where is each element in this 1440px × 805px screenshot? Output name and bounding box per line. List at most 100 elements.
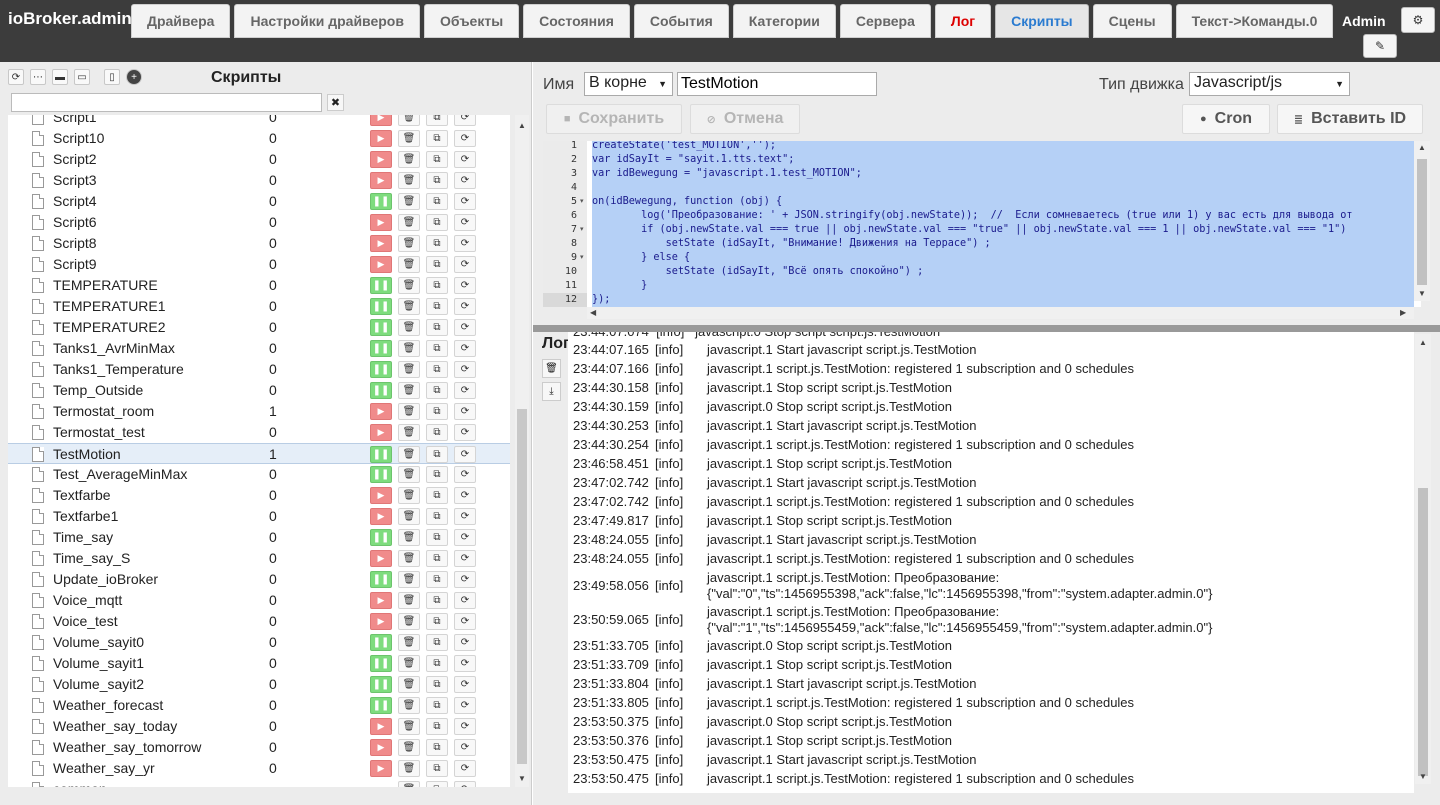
play-button[interactable]: ▶ [370, 424, 392, 441]
copy-button[interactable]: ⧉ [426, 277, 448, 294]
delete-button[interactable]: 🗑 [398, 781, 420, 787]
settings-button[interactable]: ⚙ [1401, 7, 1435, 33]
export-button[interactable]: ⟳ [454, 277, 476, 294]
export-button[interactable]: ⟳ [454, 298, 476, 315]
play-button[interactable]: ▶ [370, 235, 392, 252]
export-button[interactable]: ⟳ [454, 382, 476, 399]
export-button[interactable]: ⟳ [454, 319, 476, 336]
copy-button[interactable]: ⧉ [426, 298, 448, 315]
download-log-button[interactable]: ⤓ [542, 382, 561, 401]
code-horizontal-scrollbar[interactable]: ◀ ▶ [587, 307, 1414, 319]
clear-filter-button[interactable]: ✖ [327, 94, 344, 111]
delete-button[interactable]: 🗑 [398, 235, 420, 252]
scroll-up-icon[interactable]: ▲ [518, 121, 526, 130]
script-row[interactable]: Script8 0 ▶ 🗑 ⧉ ⟳ [8, 233, 510, 254]
delete-button[interactable]: 🗑 [398, 718, 420, 735]
export-button[interactable]: ⟳ [454, 676, 476, 693]
script-row[interactable]: common 🗑 ⧉ ⟳ [8, 779, 510, 787]
script-row[interactable]: TEMPERATURE 0 ❚❚ 🗑 ⧉ ⟳ [8, 275, 510, 296]
export-button[interactable]: ⟳ [454, 487, 476, 504]
pause-button[interactable]: ❚❚ [370, 571, 392, 588]
script-row[interactable]: Weather_say_tomorrow 0 ▶ 🗑 ⧉ ⟳ [8, 737, 510, 758]
script-row[interactable]: Test_AverageMinMax 0 ❚❚ 🗑 ⧉ ⟳ [8, 464, 510, 485]
delete-button[interactable]: 🗑 [398, 172, 420, 189]
export-button[interactable]: ⟳ [454, 214, 476, 231]
copy-button[interactable]: ⧉ [426, 235, 448, 252]
script-row[interactable]: Script9 0 ▶ 🗑 ⧉ ⟳ [8, 254, 510, 275]
script-row[interactable]: Script6 0 ▶ 🗑 ⧉ ⟳ [8, 212, 510, 233]
play-button[interactable]: ▶ [370, 487, 392, 504]
copy-button[interactable]: ⧉ [426, 634, 448, 651]
delete-button[interactable]: 🗑 [398, 298, 420, 315]
scroll-right-icon[interactable]: ▶ [1400, 308, 1406, 317]
play-button[interactable]: ▶ [370, 613, 392, 630]
copy-button[interactable]: ⧉ [426, 529, 448, 546]
copy-button[interactable]: ⧉ [426, 571, 448, 588]
script-row[interactable]: Termostat_room 1 ▶ 🗑 ⧉ ⟳ [8, 401, 510, 422]
play-button[interactable]: ▶ [370, 172, 392, 189]
copy-button[interactable]: ⧉ [426, 676, 448, 693]
script-row[interactable]: Textfarbe1 0 ▶ 🗑 ⧉ ⟳ [8, 506, 510, 527]
script-name-input[interactable] [677, 72, 877, 96]
collapse-icon[interactable]: ⋯ [30, 69, 46, 85]
export-button[interactable]: ⟳ [454, 466, 476, 483]
copy-button[interactable]: ⧉ [426, 151, 448, 168]
play-button[interactable]: ▶ [370, 760, 392, 777]
delete-button[interactable]: 🗑 [398, 487, 420, 504]
pause-button[interactable]: ❚❚ [370, 382, 392, 399]
tab-10[interactable]: Текст->Команды.0 [1175, 4, 1334, 38]
play-button[interactable]: ▶ [370, 130, 392, 147]
script-row[interactable]: Volume_sayit1 0 ❚❚ 🗑 ⧉ ⟳ [8, 653, 510, 674]
export-button[interactable]: ⟳ [454, 193, 476, 210]
fold-toggle-icon[interactable]: ▾ [580, 195, 584, 209]
export-button[interactable]: ⟳ [454, 529, 476, 546]
export-button[interactable]: ⟳ [454, 571, 476, 588]
export-button[interactable]: ⟳ [454, 550, 476, 567]
script-row[interactable]: Script1 0 ▶ 🗑 ⧉ ⟳ [8, 115, 510, 128]
tab-0[interactable]: Драйвера [131, 4, 231, 38]
cancel-button[interactable]: ⊘ Отмена [690, 104, 800, 134]
export-button[interactable]: ⟳ [454, 256, 476, 273]
script-row[interactable]: Weather_forecast 0 ❚❚ 🗑 ⧉ ⟳ [8, 695, 510, 716]
delete-button[interactable]: 🗑 [398, 571, 420, 588]
copy-button[interactable]: ⧉ [426, 760, 448, 777]
delete-button[interactable]: 🗑 [398, 319, 420, 336]
delete-button[interactable]: 🗑 [398, 697, 420, 714]
export-button[interactable]: ⟳ [454, 697, 476, 714]
delete-button[interactable]: 🗑 [398, 115, 420, 126]
delete-button[interactable]: 🗑 [398, 403, 420, 420]
delete-button[interactable]: 🗑 [398, 382, 420, 399]
copy-button[interactable]: ⧉ [426, 718, 448, 735]
tab-8[interactable]: Скрипты [995, 4, 1089, 38]
tab-9[interactable]: Сцены [1092, 4, 1172, 38]
filter-input[interactable] [11, 93, 322, 112]
pause-button[interactable]: ❚❚ [370, 319, 392, 336]
log-scroll-thumb[interactable] [1418, 488, 1428, 776]
play-button[interactable]: ▶ [370, 718, 392, 735]
delete-button[interactable]: 🗑 [398, 277, 420, 294]
folder-select[interactable]: В корне ▼ [584, 72, 673, 96]
delete-button[interactable]: 🗑 [398, 550, 420, 567]
pause-button[interactable]: ❚❚ [370, 361, 392, 378]
script-row[interactable]: Script3 0 ▶ 🗑 ⧉ ⟳ [8, 170, 510, 191]
delete-button[interactable]: 🗑 [398, 151, 420, 168]
tab-3[interactable]: Состояния [523, 4, 630, 38]
script-row[interactable]: Weather_say_today 0 ▶ 🗑 ⧉ ⟳ [8, 716, 510, 737]
copy-button[interactable]: ⧉ [426, 172, 448, 189]
copy-button[interactable]: ⧉ [426, 193, 448, 210]
tab-4[interactable]: События [633, 4, 729, 38]
cron-button[interactable]: ● Cron [1182, 104, 1270, 134]
script-row[interactable]: TEMPERATURE2 0 ❚❚ 🗑 ⧉ ⟳ [8, 317, 510, 338]
export-button[interactable]: ⟳ [454, 115, 476, 126]
copy-button[interactable]: ⧉ [426, 361, 448, 378]
folder-open-icon[interactable]: ▭ [74, 69, 90, 85]
play-button[interactable]: ▶ [370, 256, 392, 273]
play-button[interactable]: ▶ [370, 739, 392, 756]
engine-select[interactable]: Javascript/js ▼ [1189, 72, 1350, 96]
script-row[interactable]: TEMPERATURE1 0 ❚❚ 🗑 ⧉ ⟳ [8, 296, 510, 317]
pause-button[interactable]: ❚❚ [370, 634, 392, 651]
play-button[interactable]: ▶ [370, 214, 392, 231]
export-button[interactable]: ⟳ [454, 655, 476, 672]
copy-button[interactable]: ⧉ [426, 130, 448, 147]
delete-button[interactable]: 🗑 [398, 193, 420, 210]
